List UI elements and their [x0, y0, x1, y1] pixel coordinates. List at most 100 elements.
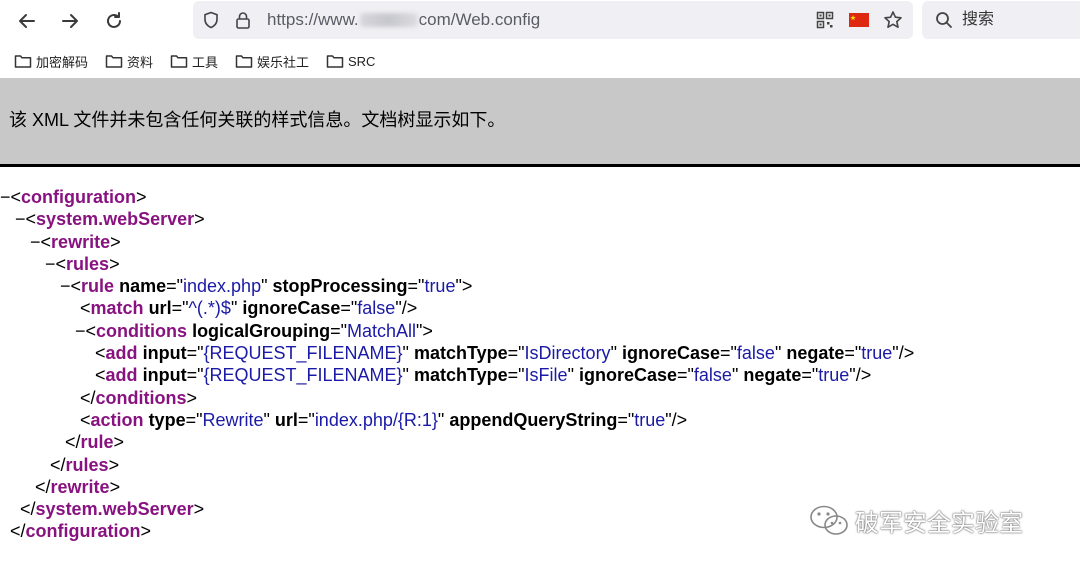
collapse-toggle[interactable]: − — [75, 321, 86, 341]
xml-tag: rules — [66, 253, 110, 274]
browser-toolbar: https://www. com/Web.config 搜索 — [0, 0, 1080, 42]
xml-tag: match — [90, 298, 144, 319]
xml-line-add-directory: <add input="{REQUEST_FILENAME}" matchTyp… — [95, 343, 915, 364]
bookmark-folder-src[interactable]: SRC — [326, 51, 375, 71]
bookmark-folder-materials[interactable]: 资料 — [105, 51, 153, 71]
xml-attr: stopProcessing — [272, 276, 408, 297]
bookmark-label: 加密解码 — [36, 54, 89, 70]
xml-tag: system.webServer — [36, 209, 195, 230]
url-bar[interactable]: https://www. com/Web.config — [193, 1, 913, 39]
collapse-toggle[interactable]: − — [0, 187, 11, 207]
xml-line-rewrite-close: </rewrite> — [35, 476, 121, 497]
xml-attr: ignoreCase — [242, 298, 341, 319]
bookmark-folder-decrypt[interactable]: 加密解码 — [14, 51, 88, 71]
bookmark-star-icon[interactable] — [883, 10, 903, 30]
xml-tag: rule — [81, 276, 115, 297]
xml-attr: url — [148, 298, 172, 319]
watermark: 破军安全实验室 — [809, 503, 1023, 538]
bookmark-label: 娱乐社工 — [257, 54, 310, 70]
watermark-text: 破军安全实验室 — [855, 510, 1023, 537]
xml-value: true — [861, 343, 893, 364]
xml-attr: matchType — [413, 365, 508, 386]
folder-icon — [14, 55, 32, 68]
lock-icon[interactable] — [233, 10, 253, 30]
folder-icon — [235, 55, 253, 68]
folder-icon — [170, 55, 188, 68]
xml-tree: −<configuration> −<system.webServer> −<r… — [0, 186, 914, 543]
bookmark-label: 资料 — [127, 54, 154, 70]
wechat-icon — [810, 505, 848, 535]
xml-value: ^(.*)$ — [188, 298, 231, 319]
collapse-toggle[interactable]: − — [60, 276, 71, 296]
qr-code-icon[interactable] — [815, 10, 835, 30]
xml-value: false — [693, 365, 732, 386]
forward-icon — [62, 14, 78, 28]
xml-attr: matchType — [413, 343, 508, 364]
xml-info-bar: 该 XML 文件并未包含任何关联的样式信息。文档树显示如下。 — [0, 78, 1080, 167]
collapse-toggle[interactable]: − — [15, 209, 26, 229]
xml-tag: rewrite — [51, 231, 111, 252]
xml-tag: conditions — [95, 387, 187, 408]
xml-tag: rule — [80, 432, 114, 453]
xml-tag: system.webServer — [35, 499, 194, 520]
folder-icon — [326, 55, 344, 68]
xml-attr: input — [142, 365, 187, 386]
xml-line-match: <match url="^(.*)$" ignoreCase="false"/> — [80, 298, 418, 319]
collapse-toggle[interactable]: − — [30, 232, 41, 252]
xml-tag: add — [105, 365, 138, 386]
xml-value: {REQUEST_FILENAME} — [203, 343, 403, 364]
xml-tag: conditions — [96, 320, 188, 341]
folder-icon — [105, 55, 123, 68]
bookmark-folder-tools[interactable]: 工具 — [170, 51, 218, 71]
bookmarks-bar: 加密解码 资料 工具 娱乐社工 SRC — [0, 44, 1080, 78]
xml-line-configuration-open: −<configuration> — [0, 187, 147, 207]
xml-attr: negate — [786, 343, 845, 364]
xml-attr: negate — [743, 365, 802, 386]
xml-value: true — [634, 409, 666, 430]
url-suffix: com/Web.config — [418, 10, 541, 29]
search-icon — [934, 10, 954, 30]
back-icon — [19, 14, 35, 28]
xml-attr: input — [142, 343, 187, 364]
reload-button[interactable] — [97, 4, 131, 38]
xml-tag: configuration — [21, 187, 137, 207]
xml-line-webserver-open: −<system.webServer> — [15, 209, 205, 230]
bookmark-label: SRC — [348, 53, 376, 69]
forward-button[interactable] — [53, 4, 87, 38]
xml-line-add-file: <add input="{REQUEST_FILENAME}" matchTyp… — [95, 365, 872, 386]
xml-value: IsDirectory — [524, 343, 611, 364]
shield-icon[interactable] — [201, 10, 221, 30]
redacted-domain — [359, 13, 418, 27]
url-prefix: https://www. — [267, 10, 359, 29]
xml-info-message: 该 XML 文件并未包含任何关联的样式信息。文档树显示如下。 — [9, 110, 506, 130]
xml-attr: url — [274, 409, 298, 430]
collapse-toggle[interactable]: − — [45, 254, 56, 274]
xml-line-conditions-close: </conditions> — [80, 387, 198, 408]
xml-line-rewrite-open: −<rewrite> — [30, 231, 121, 252]
xml-tag: configuration — [25, 521, 141, 542]
china-flag-icon[interactable] — [849, 10, 869, 30]
xml-value: true — [818, 365, 850, 386]
url-text[interactable]: https://www. com/Web.config — [267, 10, 540, 30]
bookmark-label: 工具 — [192, 54, 219, 70]
xml-line-action: <action type="Rewrite" url="index.php/{R… — [80, 409, 688, 430]
search-box[interactable]: 搜索 — [922, 1, 1080, 39]
bookmark-folder-social[interactable]: 娱乐社工 — [235, 51, 309, 71]
xml-line-rule-open: −<rule name="index.php" stopProcessing="… — [60, 276, 473, 297]
xml-value: index.php/{R:1} — [314, 409, 438, 430]
reload-icon — [107, 12, 121, 28]
xml-line-rule-close: </rule> — [65, 432, 125, 453]
xml-attr: type — [148, 409, 186, 430]
xml-attr: ignoreCase — [621, 343, 720, 364]
xml-value: false — [357, 298, 396, 319]
xml-value: IsFile — [524, 365, 568, 386]
xml-line-rules-close: </rules> — [50, 454, 120, 475]
xml-value: MatchAll — [346, 320, 416, 341]
back-button[interactable] — [10, 4, 44, 38]
xml-value: index.php — [183, 276, 262, 297]
xml-attr: logicalGrouping — [192, 320, 331, 341]
xml-tag: action — [90, 409, 144, 430]
xml-value: Rewrite — [202, 409, 264, 430]
xml-attr: ignoreCase — [578, 365, 677, 386]
xml-tag: rules — [65, 454, 109, 475]
